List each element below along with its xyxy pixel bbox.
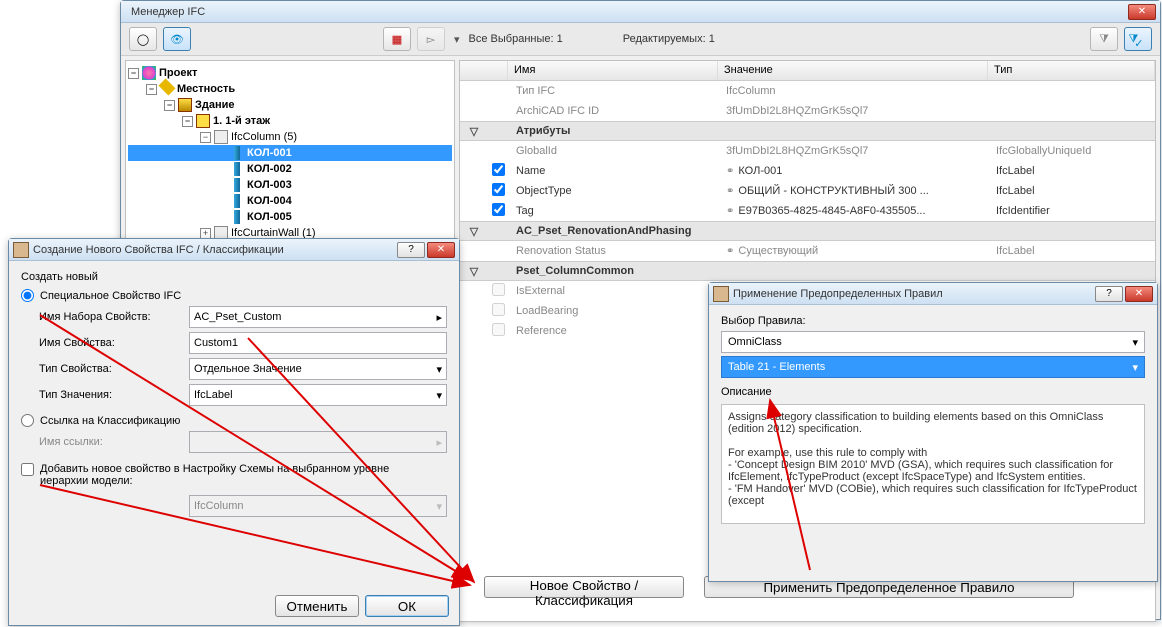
toolbar-btn-1[interactable]: ◯ [129,27,157,51]
close-icon[interactable]: ✕ [1128,4,1156,20]
row-ifc-type[interactable]: Тип IFCIfcColumn [460,81,1155,101]
link-icon: ⚭ [726,206,734,217]
new-property-dialog: Создание Нового Свойства IFC / Классифик… [8,238,460,626]
radio-special-property[interactable] [21,289,34,302]
chevron-down-icon[interactable]: ▾ [1132,361,1138,374]
tree-floor[interactable]: −1. 1-й этаж [128,113,452,129]
row-ifc-id[interactable]: ArchiCAD IFC ID3fUmDbI2L8HQZmGrK5sQl7 [460,101,1155,121]
link-icon: ⚭ [726,166,734,177]
apply-rules-dialog: Применение Предопределенных Правил ? ✕ В… [708,282,1158,582]
chevron-right-icon: ▸ [436,436,442,449]
rule-system-combo[interactable]: OmniClass▾ [721,331,1145,353]
rule-table-combo[interactable]: Table 21 - Elements▾ [721,356,1145,378]
group-attributes[interactable]: ▽Атрибуты [460,121,1155,141]
toolbar-btn-view[interactable]: 👁 [163,27,191,51]
toolbar-btn-select[interactable]: ▦ [383,27,411,51]
group-columncommon[interactable]: ▽Pset_ColumnCommon [460,261,1155,281]
link-icon: ⚭ [726,186,734,197]
new-property-button[interactable]: Новое Свойство / Классификация [484,576,684,598]
property-name-field[interactable]: Custom1 [189,332,447,354]
titlebar: Менеджер IFC ✕ [121,1,1160,23]
tree-project[interactable]: −Проект [128,65,452,81]
toolbar: ◯ 👁 ▦ ▻ ▾ Все Выбранные: 1 Редактируемых… [121,23,1160,56]
choose-rule-label: Выбор Правила: [721,315,1145,327]
link-name-field: ▸ [189,431,447,453]
tree-site[interactable]: −Местность [128,81,452,97]
description-label: Описание [721,386,1145,398]
group-renovation[interactable]: ▽AC_Pset_RenovationAndPhasing [460,221,1155,241]
chevron-down-icon[interactable]: ▾ [454,33,460,46]
chevron-down-icon[interactable]: ▾ [436,389,442,402]
tree-col-002[interactable]: КОЛ-002 [128,161,452,177]
toolbar-btn-flag[interactable]: ▻ [417,27,445,51]
row-objecttype[interactable]: ObjectType⚭ОБЩИЙ - КОНСТРУКТИВНЫЙ 300 ..… [460,181,1155,201]
close-icon[interactable]: ✕ [427,242,455,258]
app-icon [713,286,729,302]
link-icon: ⚭ [726,246,734,257]
help-icon[interactable]: ? [1095,286,1123,302]
toolbar-btn-filter[interactable]: ⧩ [1090,27,1118,51]
add-to-schema-checkbox[interactable] [21,463,34,476]
tree-col-001[interactable]: КОЛ-001 [128,145,452,161]
row-renovation-status[interactable]: Renovation Status⚭СуществующийIfcLabel [460,241,1155,261]
cancel-button[interactable]: Отменить [275,595,359,617]
chevron-down-icon[interactable]: ▾ [1132,336,1138,349]
value-type-combo[interactable]: IfcLabel▾ [189,384,447,406]
description-text: Assigns category classification to build… [721,404,1145,524]
app-icon [13,242,29,258]
row-tag[interactable]: Tag⚭E97B0365-4825-4845-A8F0-435505...Ifc… [460,201,1155,221]
chevron-right-icon[interactable]: ▸ [436,311,442,324]
chevron-down-icon[interactable]: ▾ [436,363,442,376]
tree-ifccolumn-group[interactable]: −IfcColumn (5) [128,129,452,145]
ok-button[interactable]: ОК [365,595,449,617]
property-type-combo[interactable]: Отдельное Значение▾ [189,358,447,380]
close-icon[interactable]: ✕ [1125,286,1153,302]
tree-col-003[interactable]: КОЛ-003 [128,177,452,193]
toolbar-btn-check[interactable]: ⧩✓ [1124,27,1152,51]
row-name[interactable]: Name⚭КОЛ-001IfcLabel [460,161,1155,181]
tree-col-005[interactable]: КОЛ-005 [128,209,452,225]
dialog-title: Применение Предопределенных Правил [733,288,1091,300]
status-editable: Редактируемых: 1 [623,33,715,45]
radio-classification-ref[interactable] [21,414,34,427]
row-globalid[interactable]: GlobalId3fUmDbI2L8HQZmGrK5sQl7IfcGloball… [460,141,1155,161]
window-title: Менеджер IFC [125,6,1124,18]
status-selected: Все Выбранные: 1 [469,33,563,45]
help-icon[interactable]: ? [397,242,425,258]
tree-col-004[interactable]: КОЛ-004 [128,193,452,209]
create-new-label: Создать новый [21,271,447,283]
grid-header: Имя Значение Тип [460,61,1155,81]
ifc-entity-combo: IfcColumn▾ [189,495,447,517]
pset-name-field[interactable]: AC_Pset_Custom▸ [189,306,447,328]
tree-building[interactable]: −Здание [128,97,452,113]
dialog-title: Создание Нового Свойства IFC / Классифик… [33,244,393,256]
chevron-down-icon: ▾ [436,500,442,513]
